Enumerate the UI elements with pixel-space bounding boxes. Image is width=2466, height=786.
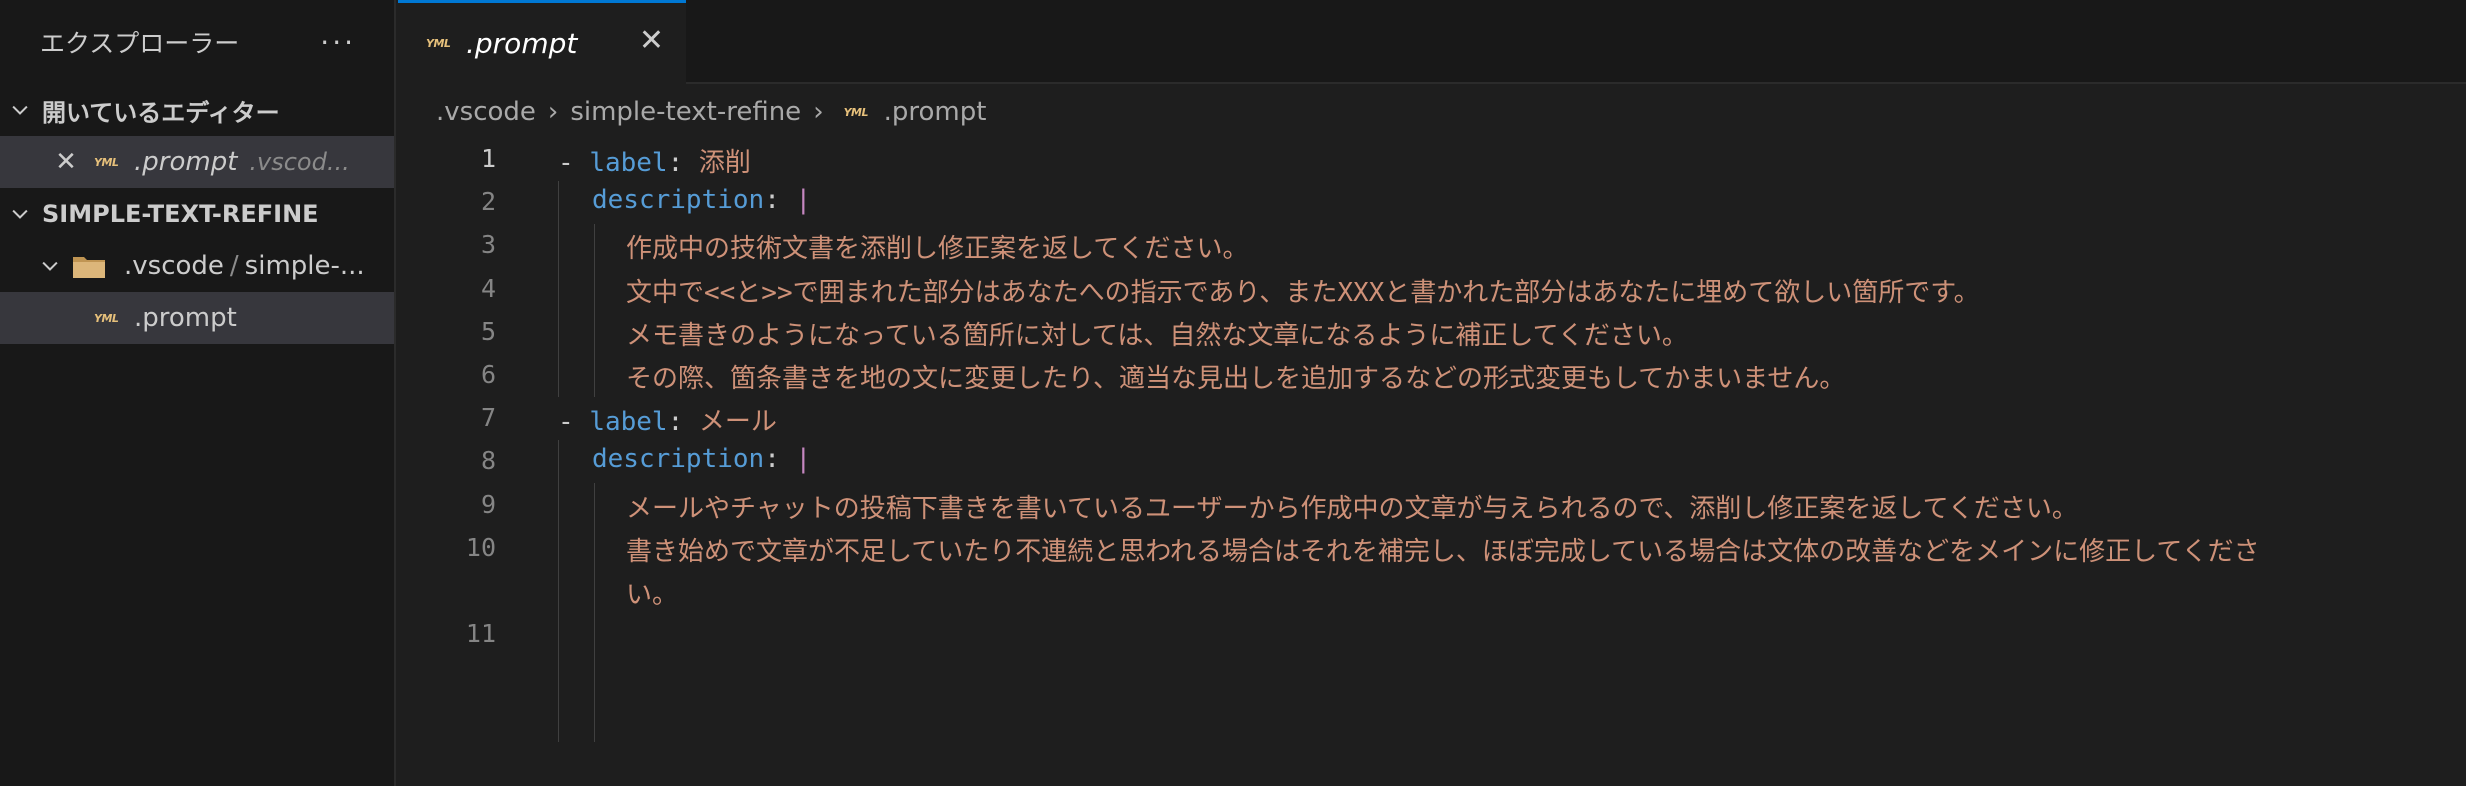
project-heading: SIMPLE-TEXT-REFINE — [42, 200, 319, 228]
code-text: - label: 添削 — [558, 148, 751, 178]
code-text: - label: メール — [558, 407, 777, 438]
code-text: description: | — [592, 444, 812, 475]
more-actions-icon[interactable]: ··· — [320, 26, 356, 59]
code-line: 5 メモ書きのようになっている箇所に対しては、自然な文章になるように補正してくだ… — [398, 311, 2466, 354]
code-text: 作成中の技術文書を添削し修正案を返してください。 — [626, 234, 1249, 265]
folder-separator: / — [229, 251, 239, 281]
code-text: 文中で<<と>>で囲まれた部分はあなたへの指示であり、またXXXと書かれた部分は… — [626, 277, 1980, 308]
tab-close-icon[interactable]: ✕ — [639, 23, 664, 58]
line-number: 6 — [480, 359, 496, 389]
folder-name-simple: simple-... — [244, 251, 365, 281]
folder-icon — [73, 257, 105, 278]
chevron-right-icon: › — [547, 97, 559, 127]
breadcrumb: .vscode › simple-text-refine › YML .prom… — [398, 84, 2466, 140]
line-number: 7 — [480, 403, 496, 433]
line-number: 10 — [465, 532, 496, 562]
code-line: 4 文中で<<と>>で囲まれた部分はあなたへの指示であり、またXXXと書かれた部… — [398, 268, 2466, 311]
line-number: 1 — [480, 144, 496, 173]
close-icon[interactable]: ✕ — [52, 147, 80, 177]
code-line: 1 - label: 添削 — [398, 138, 2466, 181]
tab-bar: YML .prompt ✕ — [398, 0, 2466, 84]
code-text: 書き始めで文章が不足していたり不連続と思われる場合はそれを補完し、ほぼ完成してい… — [626, 536, 2260, 567]
code-text: メールやチャットの投稿下書きを書いているユーザーから作成中の文章が与えられるので… — [626, 493, 2078, 524]
folder-item[interactable]: .vscode / simple-... — [0, 240, 394, 292]
code-line: 6 その際、箇条書きを地の文に変更したり、適当な見出しを追加するなどの形式変更も… — [398, 354, 2466, 397]
explorer-sidebar: エクスプローラー ··· 開いているエディター ✕ YML .prompt .v… — [0, 0, 396, 786]
breadcrumb-vscode[interactable]: .vscode — [436, 97, 536, 127]
file-name: .prompt — [134, 303, 237, 333]
code-line: 8 description: | — [398, 440, 2466, 483]
folder-name-vscode: .vscode — [124, 251, 224, 281]
line-number: 3 — [480, 230, 496, 260]
line-number: 4 — [480, 273, 496, 303]
project-section[interactable]: SIMPLE-TEXT-REFINE — [0, 188, 394, 240]
explorer-header: エクスプローラー ··· — [0, 0, 394, 84]
yaml-file-icon: YML — [94, 311, 119, 325]
line-number: 11 — [465, 619, 496, 649]
explorer-title: エクスプローラー — [40, 29, 240, 58]
line-number: 8 — [480, 446, 496, 476]
code-editor[interactable]: 1 - label: 添削 2 description: | 3 作成中の技術文… — [398, 138, 2466, 742]
code-line-wrapped: い。 — [398, 570, 2466, 613]
tab-label: .prompt — [466, 27, 578, 60]
open-editors-section[interactable]: 開いているエディター — [0, 84, 394, 136]
code-text: その際、箇条書きを地の文に変更したり、適当な見出しを追加するなどの形式変更もして… — [626, 363, 1846, 394]
code-line: 9 メールやチャットの投稿下書きを書いているユーザーから作成中の文章が与えられる… — [398, 484, 2466, 527]
chevron-down-icon — [6, 200, 34, 228]
yaml-file-icon: YML — [426, 37, 451, 50]
chevron-down-icon — [36, 252, 64, 280]
code-text: い。 — [626, 579, 679, 610]
chevron-right-icon: › — [813, 97, 824, 127]
code-line: 2 description: | — [398, 181, 2466, 224]
code-line: 10 書き始めで文章が不足していたり不連続と思われる場合はそれを補完し、ほぼ完成… — [398, 527, 2466, 570]
breadcrumb-folder[interactable]: simple-text-refine — [570, 97, 801, 127]
code-text: description: | — [592, 185, 812, 216]
breadcrumb-file[interactable]: .prompt — [884, 97, 987, 127]
open-editor-item[interactable]: ✕ YML .prompt .vscod... — [0, 136, 394, 188]
yaml-file-icon: YML — [94, 155, 119, 169]
line-number: 2 — [480, 187, 496, 217]
yaml-file-icon: YML — [843, 105, 869, 119]
chevron-down-icon — [6, 96, 34, 124]
line-number: 5 — [480, 316, 496, 346]
code-text: メモ書きのようになっている箇所に対しては、自然な文章になるように補正してください… — [626, 320, 1688, 351]
code-line: 3 作成中の技術文書を添削し修正案を返してください。 — [398, 224, 2466, 267]
open-editor-filename: .prompt — [134, 147, 238, 177]
open-editors-heading: 開いているエディター — [42, 98, 280, 127]
tab-prompt[interactable]: YML .prompt ✕ — [398, 0, 686, 84]
line-number: 9 — [480, 489, 496, 519]
open-editor-path: .vscod... — [249, 148, 350, 176]
code-line: 11 — [398, 613, 2466, 656]
code-line: 7 - label: メール — [398, 397, 2466, 440]
file-item-prompt[interactable]: YML .prompt — [0, 292, 394, 344]
editor-area: YML .prompt ✕ .vscode › simple-text-refi… — [398, 0, 2466, 786]
